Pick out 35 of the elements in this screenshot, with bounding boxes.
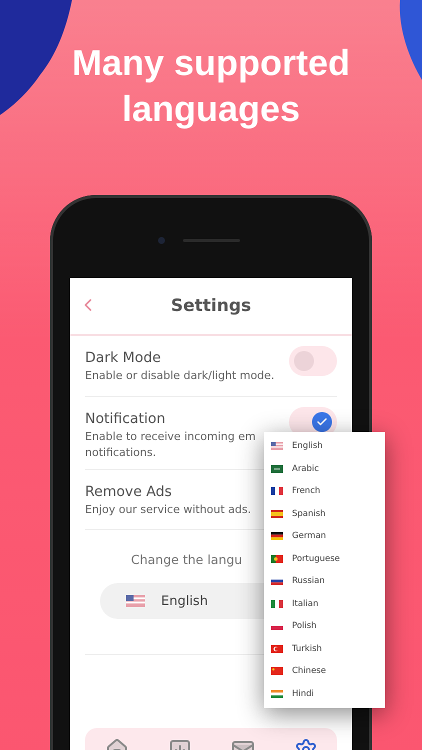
flag-icon: [271, 690, 283, 698]
flag-icon: [271, 644, 283, 653]
flag-icon: [271, 510, 283, 518]
flag-icon: [271, 464, 283, 473]
check-icon: [316, 416, 328, 428]
setting-description: Enable to receive incoming em: [85, 429, 256, 445]
language-option[interactable]: Arabic: [264, 458, 385, 480]
language-label: Change the langu: [131, 552, 242, 567]
language-option[interactable]: Hindi: [264, 682, 385, 705]
language-option[interactable]: Portuguese: [264, 548, 385, 570]
camera-icon: [158, 237, 165, 244]
setting-title: Notification: [85, 410, 166, 429]
flag-icon: [271, 600, 283, 608]
language-option[interactable]: Chinese: [264, 660, 385, 682]
language-option[interactable]: English: [264, 435, 385, 458]
toggle-switch[interactable]: [289, 346, 337, 376]
setting-title: Dark Mode: [85, 349, 162, 368]
flag-icon: [271, 667, 283, 676]
flag-icon: [271, 554, 283, 563]
headline: Many supported languages: [70, 41, 351, 131]
setting-description: Enjoy our service without ads.: [85, 502, 252, 518]
flag-icon: [126, 595, 145, 607]
screen-title: Settings: [170, 296, 252, 316]
setting-description: Enable or disable dark/light mode.: [85, 368, 274, 384]
language-option[interactable]: Turkish: [264, 638, 385, 660]
flag-icon: [271, 577, 283, 586]
flag-icon: [271, 442, 283, 450]
language-option[interactable]: French: [264, 480, 385, 502]
setting-title: Remove Ads: [85, 483, 173, 502]
setting-description: notifications.: [85, 445, 158, 461]
flag-icon: [271, 487, 283, 496]
selected-language: English: [161, 594, 208, 608]
flag-icon: [271, 532, 283, 540]
language-option[interactable]: Spanish: [264, 502, 385, 525]
language-option[interactable]: German: [264, 525, 385, 548]
